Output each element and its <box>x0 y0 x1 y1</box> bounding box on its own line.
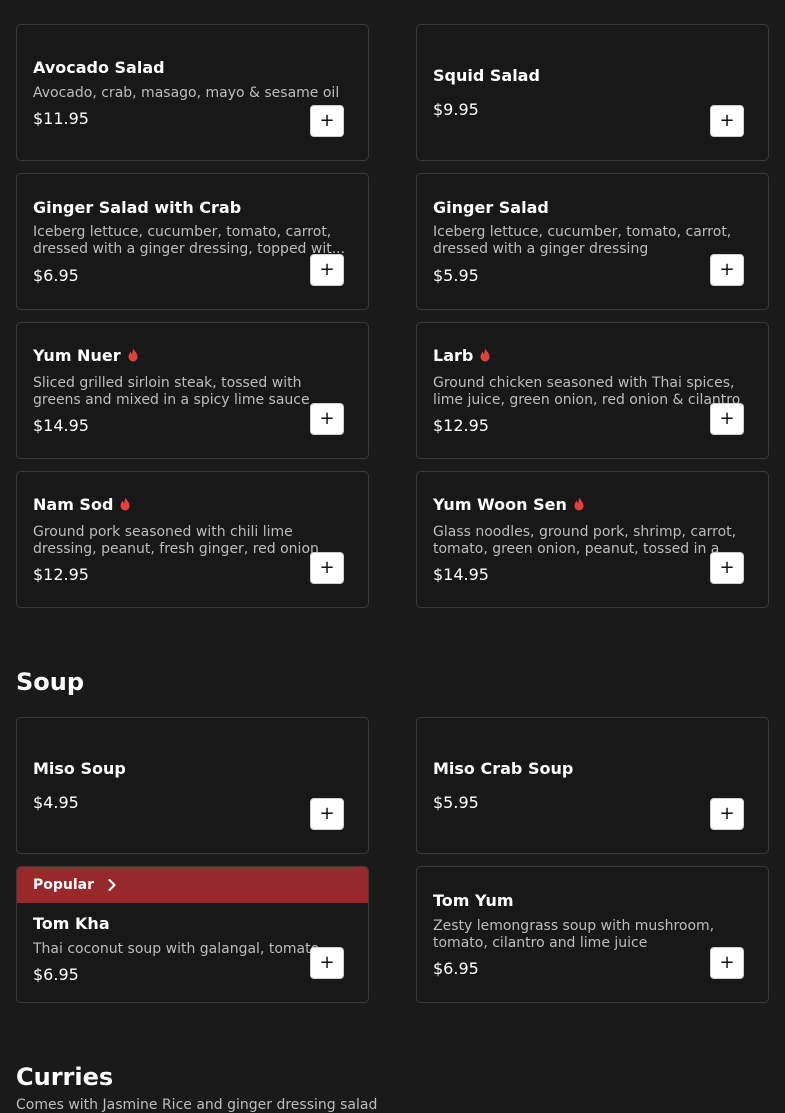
item-description: Ground pork seasoned with chili lime dre… <box>33 524 319 557</box>
item-price: $4.95 <box>33 793 79 812</box>
item-name: Yum Woon Sen <box>433 495 585 514</box>
plus-icon: + <box>719 803 735 824</box>
add-to-cart-button[interactable]: + <box>710 105 744 137</box>
item-name-text: Yum Nuer <box>33 346 121 365</box>
item-name-text: Yum Woon Sen <box>433 495 567 514</box>
plus-icon: + <box>319 259 335 280</box>
item-name-text: Nam Sod <box>33 495 114 514</box>
add-to-cart-button[interactable]: + <box>710 254 744 286</box>
flame-icon <box>120 497 130 511</box>
add-to-cart-button[interactable]: + <box>310 798 344 830</box>
plus-icon: + <box>319 408 335 429</box>
add-to-cart-button[interactable]: + <box>310 403 344 435</box>
menu-item-card[interactable]: Miso Crab Soup $5.95 + <box>416 717 769 854</box>
menu-item-card[interactable]: Yum Woon Sen Glass noodles, ground pork,… <box>416 471 769 608</box>
item-name: Miso Crab Soup <box>433 759 574 778</box>
section-note: Comes with Jasmine Rice and ginger dress… <box>16 1097 378 1113</box>
add-to-cart-button[interactable]: + <box>710 552 744 584</box>
item-description: Zesty lemongrass soup with mushroom, tom… <box>433 918 715 951</box>
add-to-cart-button[interactable]: + <box>310 254 344 286</box>
section-title-curries: Curries <box>16 1063 114 1091</box>
add-to-cart-button[interactable]: + <box>310 947 344 979</box>
item-description: Iceberg lettuce, cucumber, tomato, carro… <box>33 224 346 257</box>
chevron-right-icon <box>108 879 116 891</box>
item-description: Glass noodles, ground pork, shrimp, carr… <box>433 524 737 557</box>
item-name-text: Larb <box>433 346 474 365</box>
item-price: $11.95 <box>33 109 89 128</box>
item-price: $12.95 <box>433 416 489 435</box>
item-price: $5.95 <box>433 266 479 285</box>
item-name: Nam Sod <box>33 495 131 514</box>
add-to-cart-button[interactable]: + <box>310 552 344 584</box>
item-name: Yum Nuer <box>33 346 139 365</box>
item-name: Ginger Salad with Crab <box>33 198 242 217</box>
flame-icon <box>128 348 138 362</box>
flame-icon <box>480 348 490 362</box>
item-price: $6.95 <box>433 959 479 978</box>
item-name: Miso Soup <box>33 759 126 778</box>
add-to-cart-button[interactable]: + <box>710 798 744 830</box>
popular-banner[interactable]: Popular <box>17 867 368 903</box>
item-name: Ginger Salad <box>433 198 549 217</box>
popular-label: Popular <box>33 877 95 893</box>
menu-item-card[interactable]: Nam Sod Ground pork seasoned with chili … <box>16 471 369 608</box>
menu-item-card[interactable]: Larb Ground chicken seasoned with Thai s… <box>416 322 769 459</box>
plus-icon: + <box>719 952 735 973</box>
item-price: $12.95 <box>33 565 89 584</box>
add-to-cart-button[interactable]: + <box>710 947 744 979</box>
plus-icon: + <box>319 110 335 131</box>
menu-item-card[interactable]: Ginger Salad Iceberg lettuce, cucumber, … <box>416 173 769 310</box>
add-to-cart-button[interactable]: + <box>310 105 344 137</box>
menu-item-card[interactable]: Popular Tom Kha Thai coconut soup with g… <box>16 866 369 1003</box>
menu-item-card[interactable]: Squid Salad $9.95 + <box>416 24 769 161</box>
plus-icon: + <box>719 110 735 131</box>
flame-icon <box>574 497 584 511</box>
item-description: Sliced grilled sirloin steak, tossed wit… <box>33 375 310 408</box>
item-name: Squid Salad <box>433 66 540 85</box>
item-name: Tom Kha <box>33 914 110 933</box>
plus-icon: + <box>319 803 335 824</box>
menu-item-card[interactable]: Yum Nuer Sliced grilled sirloin steak, t… <box>16 322 369 459</box>
menu-item-card[interactable]: Miso Soup $4.95 + <box>16 717 369 854</box>
menu-item-card[interactable]: Tom Yum Zesty lemongrass soup with mushr… <box>416 866 769 1003</box>
plus-icon: + <box>319 952 335 973</box>
item-description: Avocado, crab, masago, mayo & sesame oil <box>33 85 340 101</box>
item-description: Thai coconut soup with galangal, tomato <box>33 941 320 957</box>
plus-icon: + <box>719 259 735 280</box>
item-price: $6.95 <box>33 965 79 984</box>
item-name: Avocado Salad <box>33 58 165 77</box>
item-description: Iceberg lettuce, cucumber, tomato, carro… <box>433 224 732 257</box>
plus-icon: + <box>319 557 335 578</box>
menu-item-card[interactable]: Avocado Salad Avocado, crab, masago, may… <box>16 24 369 161</box>
menu-item-card[interactable]: Ginger Salad with Crab Iceberg lettuce, … <box>16 173 369 310</box>
plus-icon: + <box>719 408 735 429</box>
item-description: Ground chicken seasoned with Thai spices… <box>433 375 741 408</box>
add-to-cart-button[interactable]: + <box>710 403 744 435</box>
item-name: Larb <box>433 346 491 365</box>
item-price: $5.95 <box>433 793 479 812</box>
item-price: $14.95 <box>433 565 489 584</box>
item-price: $9.95 <box>433 100 479 119</box>
section-title-soup: Soup <box>16 668 85 696</box>
plus-icon: + <box>719 557 735 578</box>
item-price: $14.95 <box>33 416 89 435</box>
item-price: $6.95 <box>33 266 79 285</box>
item-name: Tom Yum <box>433 891 514 910</box>
